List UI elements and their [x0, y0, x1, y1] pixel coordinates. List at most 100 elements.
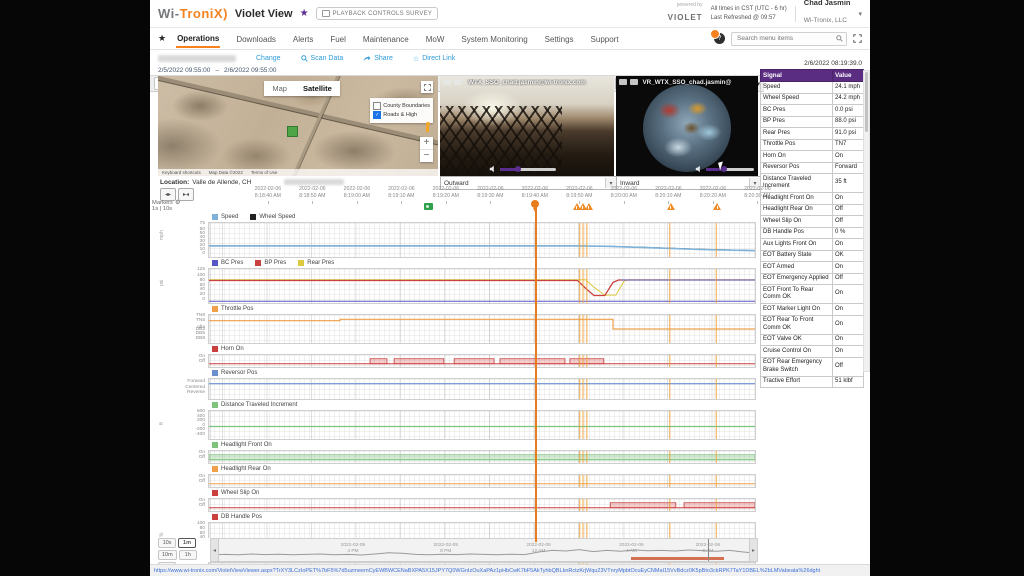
table-row: EOT Battery StateOK: [761, 250, 864, 262]
navigator-label: 2022-02-054 PM: [328, 543, 378, 555]
map-mode-button[interactable]: Map: [264, 81, 295, 96]
navigator-right-arrow[interactable]: ▸: [749, 539, 757, 561]
timeline-label: 2022-02-068:18:40 AM: [246, 186, 290, 200]
map-zoom-in-button[interactable]: +: [420, 137, 433, 150]
legend-item[interactable]: Rear Pres: [298, 260, 334, 266]
legend-item[interactable]: DB Handle Pos: [212, 514, 262, 520]
navigator-selection[interactable]: [631, 557, 724, 560]
scan-data-link[interactable]: Scan Data: [301, 55, 344, 62]
chart-plot-speed[interactable]: [208, 222, 756, 258]
legend-item[interactable]: Wheel Speed: [250, 214, 295, 220]
chart-horn: Horn OnOnOff: [160, 344, 756, 368]
zoom-preset-10m[interactable]: 10m: [158, 550, 177, 560]
map-layer-checkbox[interactable]: ✓: [373, 111, 381, 119]
tab-support[interactable]: Support: [590, 30, 620, 47]
signal-table: SignalValue Speed24.1 mphWheel Speed24.2…: [760, 69, 864, 388]
warning-marker-icon[interactable]: [713, 203, 721, 210]
signal-scrollbar[interactable]: [863, 70, 870, 372]
table-row: Rear Pres91.0 psi: [761, 128, 864, 140]
map-layer-label: Roads & High: [383, 112, 417, 118]
tab-fuel[interactable]: Fuel: [329, 30, 347, 47]
map-panel[interactable]: Map Satellite County Boundaries✓Roads & …: [158, 76, 438, 176]
direct-link[interactable]: ☆Direct Link: [413, 55, 455, 63]
tab-operations[interactable]: Operations: [176, 29, 220, 48]
map-layer-checkbox[interactable]: [373, 102, 381, 110]
favorite-star-icon[interactable]: ★: [300, 8, 309, 19]
gear-icon[interactable]: ⚙: [175, 200, 180, 206]
chart-plot-distance[interactable]: [208, 410, 756, 440]
zoom-preset-1m[interactable]: 1m: [178, 538, 196, 548]
survey-icon: [322, 10, 330, 17]
table-row: Aux Lights Front OnOn: [761, 239, 864, 251]
tab-downloads[interactable]: Downloads: [235, 30, 277, 47]
timeline-label: 2022-02-068:18:50 AM: [290, 186, 334, 200]
chart-hl-front: Headlight Front OnOnOff: [160, 440, 756, 464]
playback-survey-button[interactable]: PLAYBACK CONTROLS SURVEY: [316, 7, 439, 20]
playhead-cursor[interactable]: [535, 205, 537, 542]
legend-item[interactable]: Speed: [212, 214, 238, 220]
change-link[interactable]: Change: [256, 55, 281, 62]
warning-marker-icon[interactable]: [585, 203, 593, 210]
chart-plot-hl-rear[interactable]: [208, 474, 756, 488]
help-icon[interactable]: ?: [714, 33, 725, 44]
share-link[interactable]: Share: [363, 55, 393, 62]
legend-item[interactable]: BP Pres: [255, 260, 286, 266]
legend-swatch-icon: [212, 402, 218, 408]
legend-item[interactable]: Horn On: [212, 346, 244, 352]
warning-marker-icon[interactable]: [667, 203, 675, 210]
search-icon: [836, 35, 843, 42]
main-nav: ★ Operations Downloads Alerts Fuel Maintenan…: [150, 28, 870, 50]
chart-plot-hl-front[interactable]: [208, 450, 756, 464]
outward-video[interactable]: WTX_SSO_chad.jasmin@wi-tronix.com: [440, 76, 614, 176]
range-navigator[interactable]: ◂ ▸ 2022-02-054 PM2022-02-058 PM2022-02-…: [210, 538, 758, 562]
menu-search: [731, 32, 847, 46]
timeline[interactable]: ◂▸ ▸◂ 2022-02-068:18:40 AM2022-02-068:18…: [150, 186, 756, 212]
home-star-icon[interactable]: ★: [158, 33, 166, 44]
navigator-left-arrow[interactable]: ◂: [211, 539, 219, 561]
chart-plot-wheel-slip[interactable]: [208, 498, 756, 512]
table-row: EOT ArmedOn: [761, 262, 864, 274]
pegman-icon[interactable]: [425, 122, 430, 132]
timeline-label: 2022-02-068:19:10 AM: [379, 186, 423, 200]
zoom-preset-1h[interactable]: 1h: [179, 550, 197, 560]
timeline-label: 2022-02-068:20:10 AM: [646, 186, 690, 200]
map-layers-overlay: County Boundaries✓Roads & High: [370, 98, 433, 123]
chart-plot-horn[interactable]: [208, 354, 756, 368]
legend-item[interactable]: Wheel Slip On: [212, 490, 259, 496]
legend-item[interactable]: BC Pres: [212, 260, 243, 266]
direct-link-star-icon: ☆: [413, 55, 419, 63]
chart-plot-reversor[interactable]: [208, 378, 756, 400]
tab-settings[interactable]: Settings: [544, 30, 575, 47]
asset-name-redacted: [158, 55, 236, 62]
zoom-preset-10s[interactable]: 10s: [158, 538, 176, 548]
legend-item[interactable]: Throttle Pos: [212, 306, 253, 312]
tab-system-monitoring[interactable]: System Monitoring: [460, 30, 528, 47]
legend-swatch-icon: [212, 370, 218, 376]
legend-item[interactable]: Headlight Rear On: [212, 466, 271, 472]
navigator-label: 2022-02-064 AM: [606, 543, 656, 555]
satellite-mode-button[interactable]: Satellite: [295, 81, 340, 96]
map-fullscreen-button[interactable]: [421, 81, 433, 93]
user-menu[interactable]: Chad JasminWi-Tronix, LLC: [804, 0, 851, 29]
asset-location-marker: [287, 126, 298, 137]
fullscreen-icon[interactable]: [853, 34, 862, 43]
map-zoom-out-button[interactable]: −: [420, 150, 433, 162]
legend-item[interactable]: Reversor Pos: [212, 370, 257, 376]
tab-alerts[interactable]: Alerts: [292, 30, 314, 47]
chart-plot-throttle[interactable]: [208, 314, 756, 344]
tab-maintenance[interactable]: Maintenance: [362, 30, 410, 47]
table-row: Headlight Rear OnOff: [761, 204, 864, 216]
tab-mow[interactable]: MoW: [425, 30, 446, 47]
legend-item[interactable]: Headlight Front On: [212, 442, 272, 448]
search-input[interactable]: [735, 34, 836, 43]
top-bar: Wi-TroniX) Violet View ★ PLAYBACK CONTRO…: [150, 0, 870, 28]
video-available-marker[interactable]: [424, 203, 433, 210]
scan-icon: [301, 55, 308, 62]
outward-volume-control[interactable]: [489, 165, 556, 173]
map-layer-label: County Boundaries: [383, 103, 430, 109]
inward-video[interactable]: VR_WTX_SSO_chad.jasmin@: [616, 76, 758, 176]
table-row: EOT Rear Emergency Brake SwitchOff: [761, 357, 864, 376]
legend-item[interactable]: Distance Traveled Increment: [212, 402, 297, 408]
user-menu-caret-icon[interactable]: ▾: [858, 10, 862, 18]
chart-plot-pressures[interactable]: [208, 268, 756, 304]
